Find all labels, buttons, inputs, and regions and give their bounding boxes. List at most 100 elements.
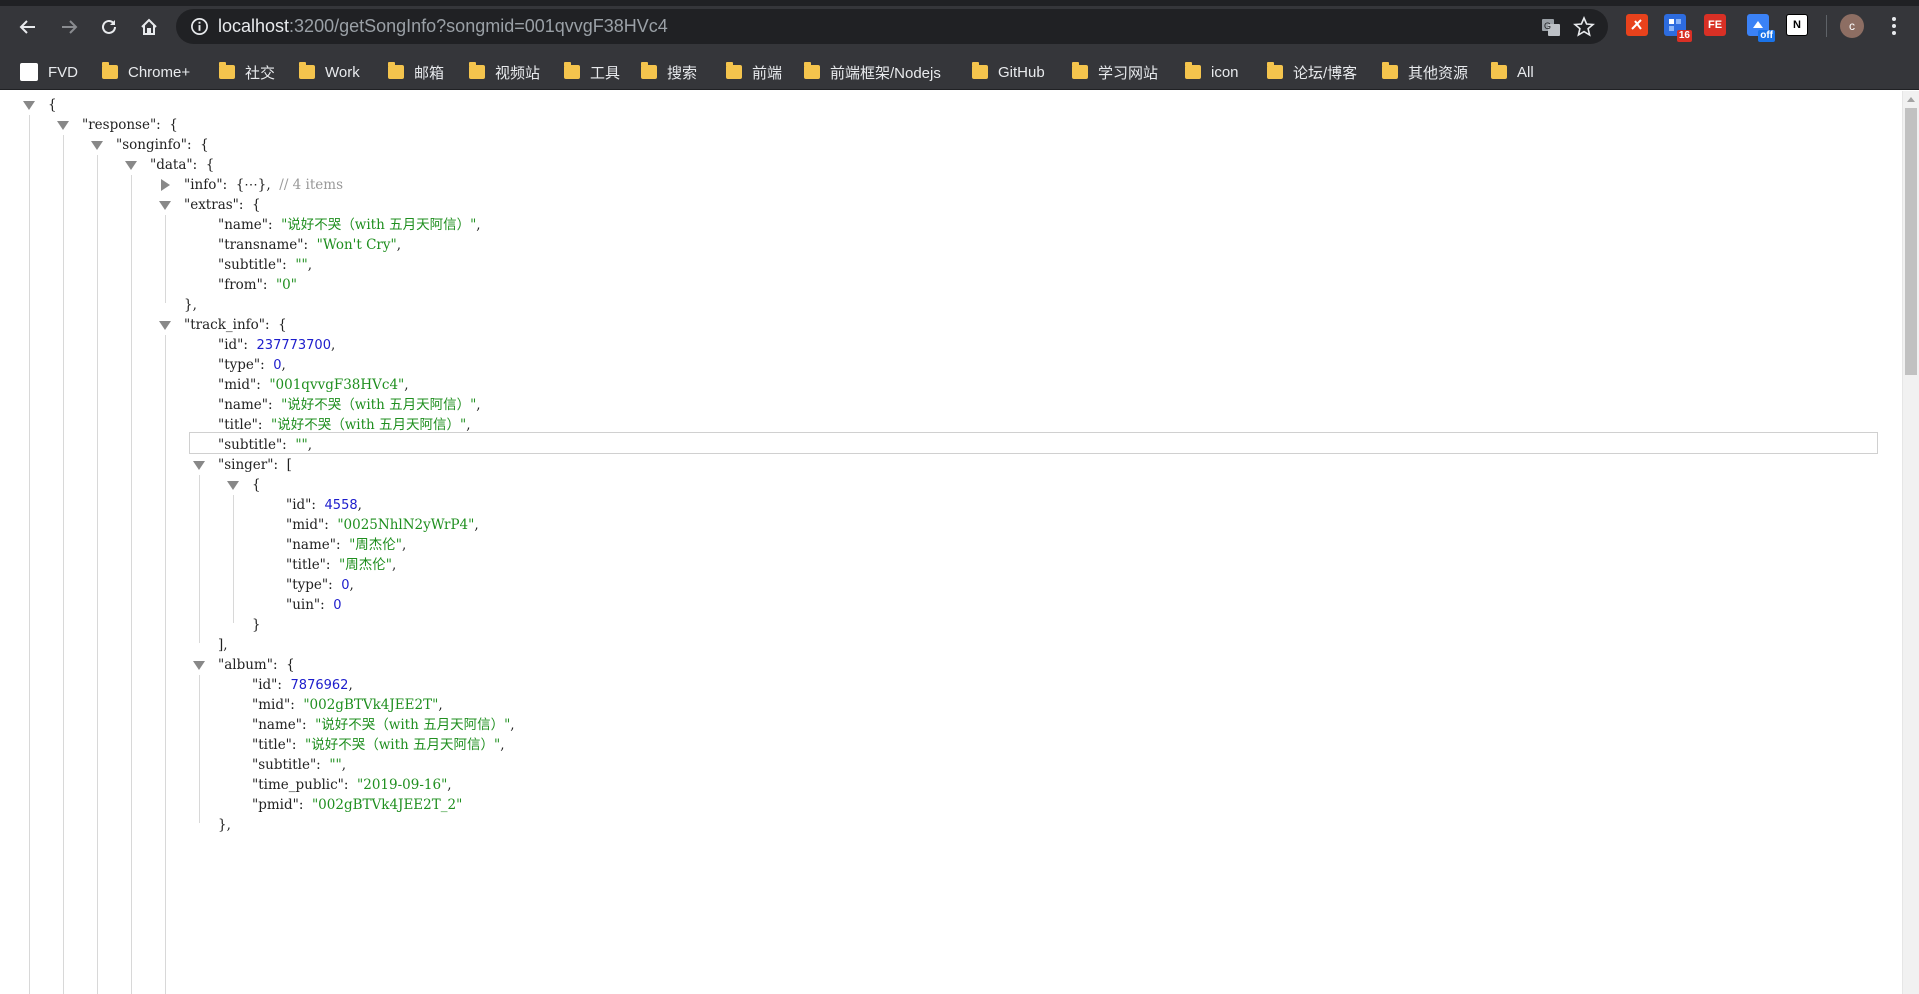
json-line: { — [252, 475, 261, 495]
json-line: "extras": { — [184, 195, 261, 215]
json-punctuation: : — [291, 737, 306, 753]
extension-2-icon[interactable]: 16 — [1664, 14, 1692, 42]
bookmark-item[interactable]: 论坛/博客 — [1267, 61, 1357, 83]
json-string-value: "说好不哭（with 五月天阿信）" — [315, 717, 511, 733]
url-text[interactable]: localhost:3200/getSongInfo?songmid=001qv… — [218, 16, 668, 37]
collapse-toggle-icon[interactable] — [192, 658, 206, 672]
extension-notion-icon[interactable]: N — [1786, 14, 1808, 36]
json-line: "uin": 0 — [286, 595, 342, 615]
info-icon[interactable] — [190, 17, 209, 36]
folder-icon — [1491, 62, 1507, 79]
json-punctuation: , — [330, 337, 336, 353]
json-key: "mid" — [252, 697, 291, 713]
bookmark-item[interactable]: 前端 — [726, 61, 782, 83]
reload-button[interactable] — [94, 12, 124, 42]
collapse-toggle-icon[interactable] — [192, 458, 206, 472]
json-punctuation: : — [335, 537, 350, 553]
collapse-toggle-icon[interactable] — [124, 158, 138, 172]
collapse-toggle-icon[interactable] — [226, 478, 240, 492]
extension-1-icon[interactable] — [1626, 14, 1648, 36]
toolbar-divider — [1826, 15, 1827, 37]
json-line: "response": { — [82, 115, 178, 135]
json-punctuation: , — [438, 697, 443, 713]
bookmark-item[interactable]: Chrome+ — [102, 61, 190, 83]
json-punctuation: : — [343, 777, 358, 793]
extension-off-icon[interactable]: off — [1747, 14, 1775, 42]
bookmark-label: 学习网站 — [1098, 64, 1159, 82]
bookmark-item[interactable]: 工具 — [564, 61, 620, 83]
indent-guide — [63, 135, 64, 994]
bookmark-item[interactable]: 其他资源 — [1382, 61, 1468, 83]
json-string-value: "说好不哭（with 五月天阿信）" — [281, 217, 477, 233]
translate-icon[interactable]: G — [1540, 16, 1562, 38]
vertical-scrollbar[interactable] — [1902, 91, 1919, 994]
bookmark-item[interactable]: FVD — [20, 61, 78, 83]
extension-fe-icon[interactable]: FE — [1704, 14, 1726, 36]
json-punctuation: : — [290, 697, 304, 713]
json-line: "name": "周杰伦", — [286, 535, 406, 555]
folder-icon — [102, 62, 118, 79]
collapse-toggle-icon[interactable] — [22, 98, 36, 112]
kebab-menu-icon[interactable] — [1880, 12, 1908, 40]
address-bar[interactable]: localhost:3200/getSongInfo?songmid=001qv… — [176, 9, 1608, 44]
bookmark-label: 邮箱 — [414, 64, 445, 82]
bookmark-item[interactable]: 搜索 — [641, 61, 697, 83]
json-line: "subtitle": "", — [218, 255, 312, 275]
json-line: "subtitle": "", — [252, 755, 346, 775]
reload-icon — [102, 19, 116, 34]
collapse-toggle-icon[interactable] — [56, 118, 70, 132]
json-punctuation: : { — [238, 197, 261, 213]
json-punctuation: : — [328, 577, 342, 593]
scroll-thumb[interactable] — [1905, 108, 1917, 375]
bookmark-item[interactable]: 视频站 — [469, 61, 540, 83]
bookmark-item[interactable]: Work — [299, 61, 360, 83]
bookmark-label: 前端框架/Nodejs — [830, 64, 941, 82]
json-punctuation: : — [303, 237, 317, 253]
collapse-toggle-icon[interactable] — [158, 318, 172, 332]
json-key: "subtitle" — [252, 757, 317, 773]
json-line: "subtitle": "", — [218, 435, 312, 455]
home-button[interactable] — [134, 12, 164, 42]
forward-button[interactable] — [54, 12, 84, 42]
json-punctuation: , — [474, 517, 479, 533]
indent-guide — [97, 155, 98, 994]
bookmark-item[interactable]: 社交 — [219, 61, 275, 83]
json-line: "pmid": "002gBTVk4JEE2T_2" — [252, 795, 462, 815]
bookmark-label: 前端 — [752, 64, 783, 82]
json-string-value: "001qvvgF38HVc4" — [269, 377, 405, 393]
bookmark-item[interactable]: 学习网站 — [1072, 61, 1158, 83]
star-icon[interactable] — [1573, 16, 1595, 38]
collapse-toggle-icon[interactable] — [158, 198, 172, 212]
indent-guide — [165, 335, 166, 994]
json-punctuation: , — [341, 757, 347, 773]
collapse-toggle-icon[interactable] — [90, 138, 104, 152]
indent-guide — [233, 495, 234, 623]
bookmark-item[interactable]: icon — [1185, 61, 1239, 83]
json-string-value: "002gBTVk4JEE2T" — [303, 697, 439, 713]
back-button[interactable] — [13, 12, 43, 42]
folder-icon — [219, 62, 235, 79]
bookmark-label: FVD — [48, 63, 78, 81]
arrow-right-icon — [62, 20, 78, 34]
bookmark-item[interactable]: 前端框架/Nodejs — [804, 61, 941, 83]
profile-avatar[interactable]: c — [1840, 14, 1864, 38]
json-line: "title": "说好不哭（with 五月天阿信）", — [252, 735, 505, 755]
json-viewer: {"response": {"songinfo": {"data": {"inf… — [0, 91, 1919, 994]
scroll-up-arrow-icon[interactable] — [1907, 97, 1915, 102]
json-line: ], — [218, 635, 228, 655]
json-string-value: "002gBTVk4JEE2T_2" — [311, 797, 463, 813]
bookmark-item[interactable]: All — [1491, 61, 1534, 83]
bookmark-item[interactable]: GitHub — [972, 61, 1045, 83]
expand-toggle-icon[interactable] — [158, 178, 172, 192]
bookmark-item[interactable]: 邮箱 — [388, 61, 444, 83]
json-key: "track_info" — [184, 317, 265, 333]
bookmark-label: GitHub — [998, 63, 1045, 81]
json-line: "title": "说好不哭（with 五月天阿信）", — [218, 415, 471, 435]
extension-2-badge: 16 — [1676, 30, 1692, 42]
json-punctuation: : — [260, 357, 274, 373]
json-punctuation: , — [281, 357, 286, 373]
json-string-value: "" — [295, 437, 308, 453]
json-punctuation: : { — [192, 157, 215, 173]
folder-icon — [972, 62, 988, 79]
folder-icon — [388, 62, 404, 79]
